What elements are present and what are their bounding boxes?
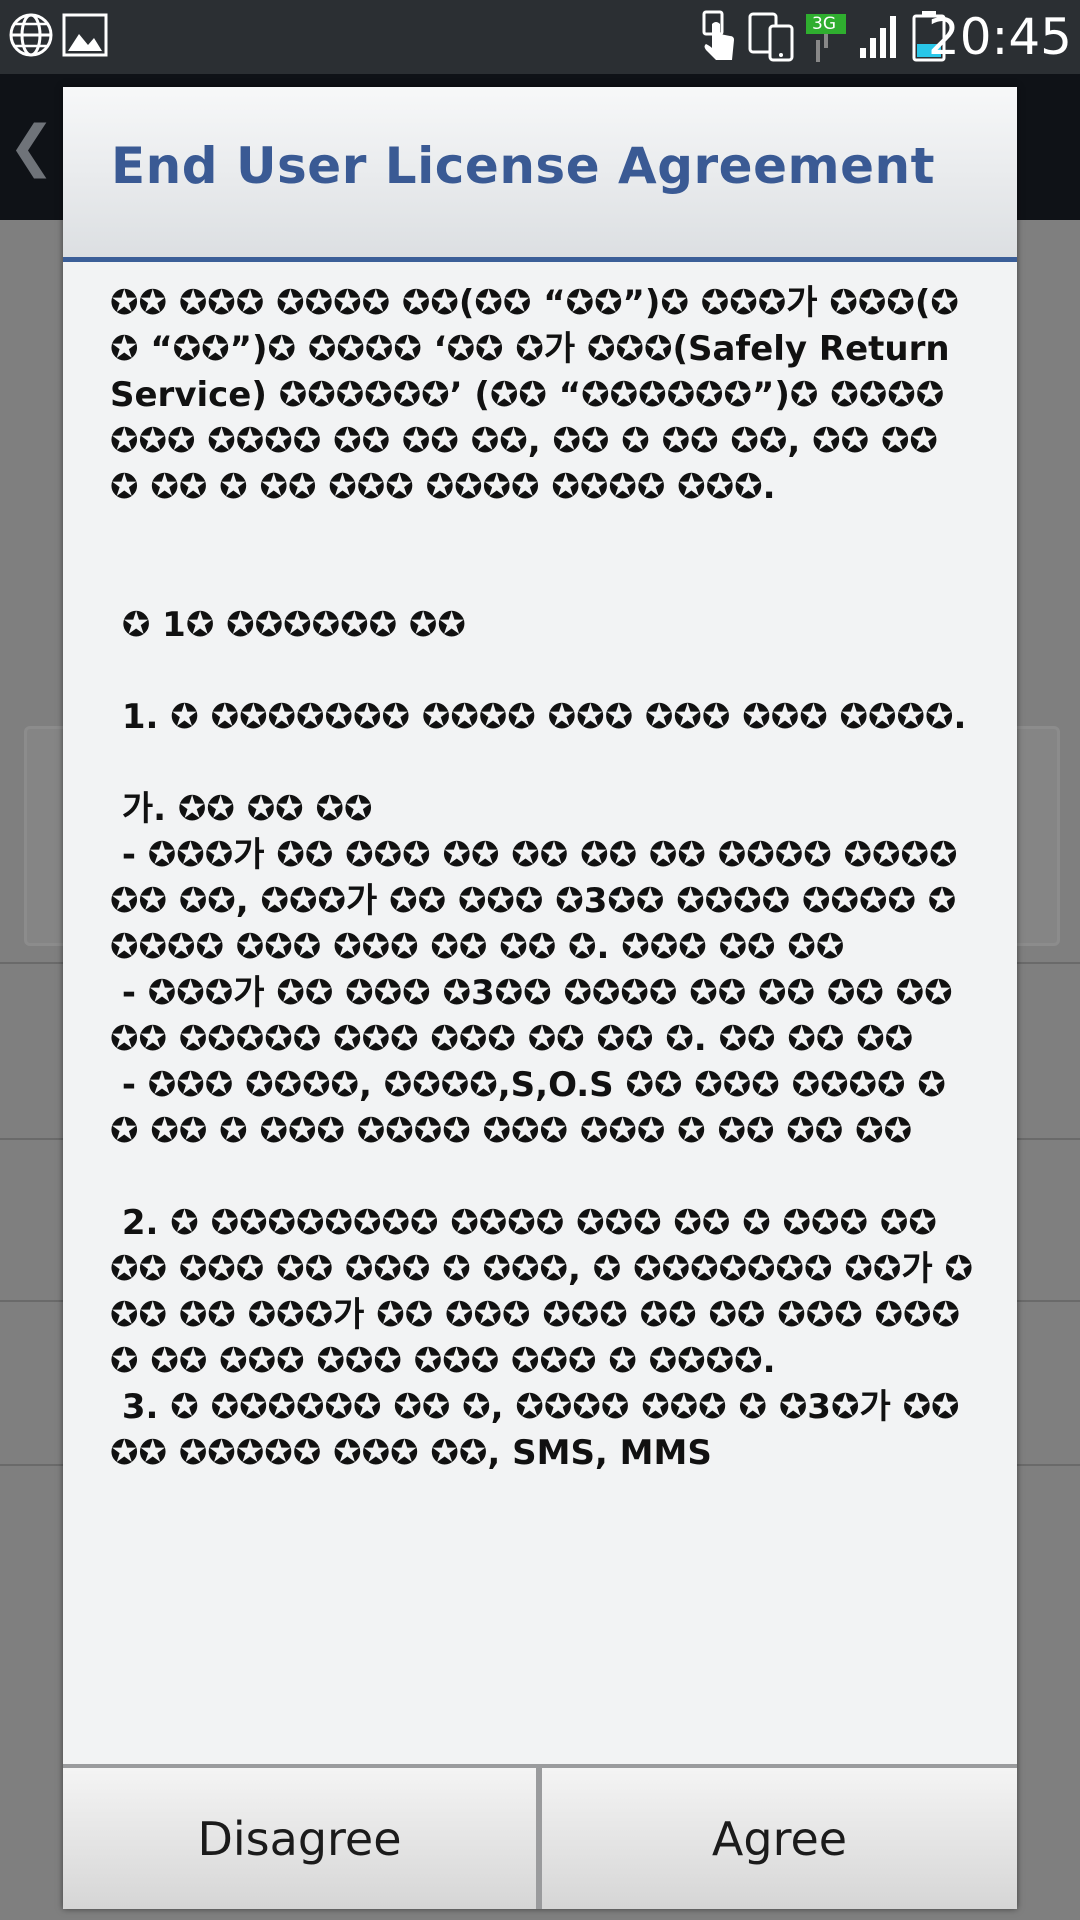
signal-icon <box>858 14 902 64</box>
network-3g-icon: 3G <box>806 14 846 68</box>
network-type-label: 3G <box>806 14 846 34</box>
dialog-title: End User License Agreement <box>111 137 935 195</box>
agree-button[interactable]: Agree <box>542 1768 1017 1909</box>
disagree-button[interactable]: Disagree <box>63 1768 536 1909</box>
globe-icon <box>8 12 54 62</box>
back-chevron-icon: ❮ <box>8 114 55 179</box>
status-clock: 20:45 <box>927 8 1072 66</box>
dialog-header: End User License Agreement <box>63 87 1017 262</box>
license-text: ✪✪ ✪✪✪ ✪✪✪✪ ✪✪(✪✪ “✪✪”)✪ ✪✪✪가 ✪✪✪(✪✪ “✪✪… <box>110 283 973 1473</box>
screen: ❮ 3G 20:45 End User License Agreement ✪✪… <box>0 0 1080 1920</box>
eula-dialog: End User License Agreement ✪✪ ✪✪✪ ✪✪✪✪ ✪… <box>63 87 1017 1909</box>
dialog-scroll-area[interactable]: ✪✪ ✪✪✪ ✪✪✪✪ ✪✪(✪✪ “✪✪”)✪ ✪✪✪가 ✪✪✪(✪✪ “✪✪… <box>63 262 1017 1764</box>
touch-icon <box>700 10 736 66</box>
dialog-button-bar: Disagree Agree <box>63 1764 1017 1909</box>
status-bar: 3G 20:45 <box>0 0 1080 74</box>
gallery-icon <box>62 12 108 62</box>
phone-link-icon <box>748 12 796 66</box>
